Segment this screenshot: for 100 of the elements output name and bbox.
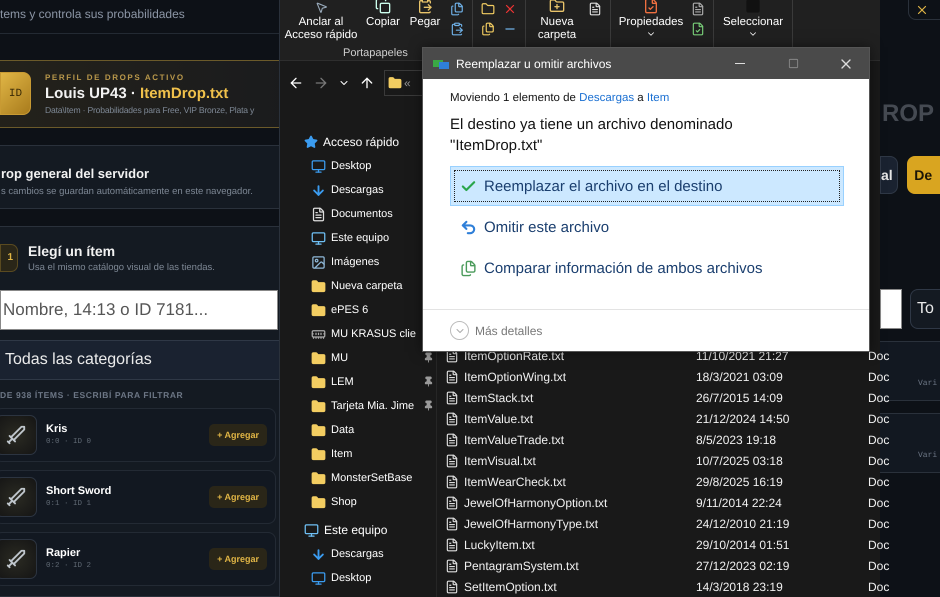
folder-icon[interactable]: [481, 2, 495, 16]
new-folder-icon: [549, 0, 565, 14]
history-icon[interactable]: [691, 22, 705, 36]
text-file-icon: [445, 454, 459, 468]
copy-icon: [375, 0, 391, 14]
subtitle: tems y controla sus probabilidades: [0, 0, 279, 34]
profile-note: Data\Item · Probabilidades para Free, VIP Bronze, Plata y: [45, 104, 254, 115]
source-link[interactable]: Descargas: [579, 92, 634, 104]
sidebar-item[interactable]: Descargas: [280, 542, 436, 566]
file-row[interactable]: PentagramSystem.txt 27/12/2023 02:19 Doc: [445, 555, 890, 576]
monitor-icon: [311, 158, 326, 174]
top-badge[interactable]: [908, 0, 940, 20]
sidebar-item[interactable]: Imágenes: [280, 250, 436, 274]
forward-icon[interactable]: [313, 75, 329, 92]
text-file-icon: [445, 412, 459, 426]
minimize-icon: [735, 63, 745, 64]
sidebar-item[interactable]: Tarjeta Mia. Jime: [280, 394, 436, 418]
folder-icon: [311, 470, 326, 486]
step-badge: 1: [0, 244, 18, 272]
folder-copy-icon[interactable]: [481, 22, 495, 36]
folder-icon: [388, 76, 402, 90]
id-badge: ID: [0, 72, 31, 116]
action-button[interactable]: al: [880, 156, 898, 194]
banner-text: ROP: [882, 100, 936, 128]
file-row[interactable]: JewelOfHarmonyOption.txt 9/11/2014 22:24 Doc: [445, 492, 890, 513]
folder-icon: [311, 350, 326, 366]
undo-icon: [460, 218, 477, 236]
expand-icon: [450, 321, 469, 340]
sidebar-item[interactable]: Documentos: [280, 202, 436, 226]
sidebar-item[interactable]: Nueva carpeta: [280, 274, 436, 298]
category-select[interactable]: Todas las categorías: [0, 340, 279, 380]
search-field[interactable]: Nombre, 14:13 o ID 7181...: [0, 290, 278, 330]
ribbon-button[interactable]: Copiar: [362, 0, 404, 46]
sidebar-item[interactable]: Descargas: [280, 178, 436, 202]
group-label: Portapapeles: [343, 47, 408, 59]
sidebar-item[interactable]: Item: [280, 442, 436, 466]
action-button[interactable]: De: [907, 156, 940, 194]
sidebar-item[interactable]: Este equipo: [280, 226, 436, 250]
sidebar-section[interactable]: Este equipo: [280, 518, 436, 542]
sidebar-item[interactable]: Desktop: [280, 154, 436, 178]
option-button[interactable]: Reemplazar el archivo en el destino: [450, 166, 844, 206]
sidebar-item[interactable]: ePES 6: [280, 298, 436, 322]
sidebar-item[interactable]: Desktop: [280, 566, 436, 590]
text-file-icon: [445, 558, 459, 572]
moving-text: Moviendo 1 elemento de Descargas a Item: [450, 92, 670, 104]
more-details-button[interactable]: Más detalles: [450, 321, 542, 340]
option-button[interactable]: Comparar información de ambos archivos: [450, 248, 844, 288]
sidebar-item[interactable]: MonsterSetBase: [280, 466, 436, 490]
target-link[interactable]: Item: [646, 92, 670, 104]
new-item-icon[interactable]: [588, 2, 602, 16]
back-icon[interactable]: [288, 75, 304, 92]
pointer-icon: [314, 1, 328, 14]
open-icon[interactable]: [691, 2, 705, 16]
add-button[interactable]: + Agregar: [209, 486, 267, 508]
copy-path-icon[interactable]: [450, 2, 464, 16]
image-icon: [311, 254, 326, 270]
file-row[interactable]: JewelOfHarmonyType.txt 24/12/2010 21:19 Doc: [445, 513, 890, 534]
paste-shortcut-icon[interactable]: [450, 22, 464, 36]
item-name: Rapier: [46, 547, 82, 560]
option-button[interactable]: Omitir este archivo: [450, 207, 844, 247]
delete-icon[interactable]: [503, 2, 517, 16]
ribbon-button[interactable]: Seleccionar: [718, 0, 788, 46]
ribbon-button[interactable]: Pegar: [404, 0, 446, 46]
ribbon-button[interactable]: Propiedades: [615, 0, 687, 46]
input-field[interactable]: [880, 289, 902, 329]
sidebar-item[interactable]: MU: [280, 346, 436, 370]
paste-icon: [417, 0, 433, 14]
card-title: rop general del servidor: [1, 166, 150, 181]
computer-icon: [304, 522, 319, 538]
computer-icon: [311, 230, 326, 246]
file-row[interactable]: ItemStack.txt 26/7/2015 14:09 Doc: [445, 387, 890, 408]
text-file-icon: [445, 474, 459, 488]
text-file-icon: [445, 580, 459, 594]
ribbon-button[interactable]: Nueva carpeta: [530, 0, 584, 46]
file-row[interactable]: ItemWearCheck.txt 29/8/2025 16:19 Doc: [445, 471, 890, 492]
add-button[interactable]: + Agregar: [209, 548, 267, 570]
text-file-icon: [445, 538, 459, 552]
download-icon: [311, 546, 326, 562]
sidebar-section[interactable]: Acceso rápido: [280, 130, 436, 154]
text-file-icon: [445, 516, 459, 530]
text-file-icon: [445, 390, 459, 404]
sidebar-item[interactable]: Shop: [280, 490, 436, 514]
file-row[interactable]: LuckyItem.txt 29/10/2014 01:51 Doc: [445, 534, 890, 555]
item-count: DE 938 ÍTEMS · ESCRIBÍ PARA FILTRAR: [0, 390, 184, 400]
filter-select[interactable]: To: [910, 289, 940, 329]
item-name: Kris: [46, 423, 68, 436]
folder-icon: [311, 398, 326, 414]
ribbon-button[interactable]: Anclar al Acceso rápido: [280, 0, 362, 46]
file-move-icon: [433, 58, 449, 70]
folder-icon: [311, 374, 326, 390]
add-button[interactable]: + Agregar: [209, 424, 267, 446]
sidebar-item[interactable]: MU KRASUS clie: [280, 322, 436, 346]
file-row[interactable]: ItemValueTrade.txt 8/5/2023 19:18 Doc: [445, 429, 890, 450]
sidebar-item[interactable]: Data: [280, 418, 436, 442]
file-row[interactable]: ItemVisual.txt 10/7/2025 03:18 Doc: [445, 450, 890, 471]
file-row[interactable]: SetItemOption.txt 14/3/2018 23:19 Doc: [445, 576, 890, 597]
file-row[interactable]: ItemValue.txt 21/12/2024 14:50 Doc: [445, 408, 890, 429]
folder-icon: [311, 302, 326, 318]
sidebar-item[interactable]: LEM: [280, 370, 436, 394]
file-row[interactable]: ItemOptionWing.txt 18/3/2021 03:09 Doc: [445, 366, 890, 387]
